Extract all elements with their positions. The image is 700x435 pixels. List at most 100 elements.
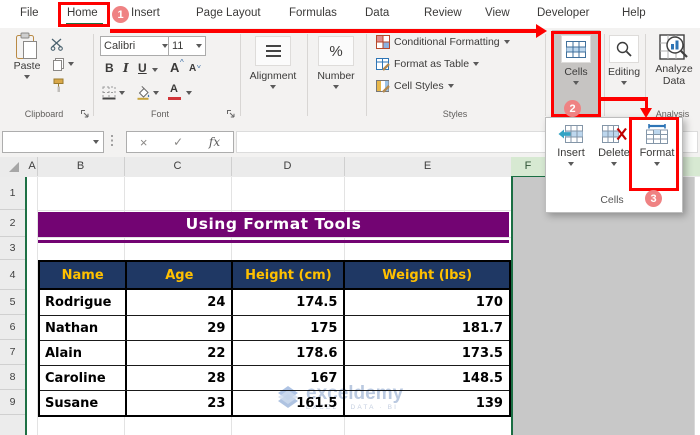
tab-insert[interactable]: Insert (131, 7, 160, 19)
tab-file[interactable]: File (20, 7, 39, 19)
cell-name[interactable]: Alain (40, 341, 125, 365)
cell-age[interactable]: 24 (125, 290, 231, 315)
increase-font-button[interactable]: A (170, 60, 179, 75)
cell-name[interactable]: Rodrigue (40, 290, 125, 315)
enter-icon[interactable]: ✓ (173, 135, 183, 149)
select-all-icon[interactable] (9, 162, 19, 172)
underline-button[interactable]: U (138, 61, 147, 75)
fill-color-chevron[interactable] (153, 91, 159, 95)
annotation-badge-3: 3 (645, 190, 662, 207)
header-age[interactable]: Age (125, 262, 231, 288)
cell-weight[interactable]: 173.5 (343, 341, 509, 365)
annotation-box-home (58, 2, 110, 27)
tab-review[interactable]: Review (424, 7, 462, 19)
borders-icon[interactable] (102, 86, 116, 100)
cell-height[interactable]: 167 (231, 366, 343, 390)
row-header-gutter: 1 2 3 4 5 6 7 8 9 (0, 177, 27, 435)
copy-icon[interactable] (52, 57, 65, 72)
group-divider (545, 34, 546, 116)
tab-page-layout[interactable]: Page Layout (196, 7, 261, 19)
copy-chevron[interactable] (68, 62, 74, 66)
cell-weight[interactable]: 139 (343, 391, 509, 415)
format-painter-icon[interactable] (52, 78, 65, 93)
conditional-formatting-button[interactable]: Conditional Formatting (376, 35, 510, 49)
italic-button[interactable]: I (123, 61, 129, 75)
delete-menu-chevron[interactable] (611, 162, 617, 166)
cell-height[interactable]: 178.6 (231, 341, 343, 365)
insert-function-icon[interactable]: fx (209, 135, 220, 149)
cell-name[interactable]: Nathan (40, 316, 125, 340)
insert-menu-chevron[interactable] (568, 162, 574, 166)
cell-height[interactable]: 174.5 (231, 290, 343, 315)
cell-age[interactable]: 23 (125, 391, 231, 415)
cell-age[interactable]: 22 (125, 341, 231, 365)
tab-view[interactable]: View (485, 7, 510, 19)
row-header-5[interactable]: 5 (0, 290, 25, 315)
row-header-9[interactable]: 9 (0, 390, 25, 415)
insert-menu-button[interactable]: Insert (551, 124, 591, 166)
column-header-f-selected[interactable]: F (511, 157, 546, 178)
format-as-table-button[interactable]: Format as Table (376, 57, 480, 71)
header-weight[interactable]: Weight (lbs) (343, 262, 509, 288)
table-row: Nathan 29 175 181.7 (40, 315, 509, 340)
decrease-font-button[interactable]: A (189, 63, 196, 74)
number-chevron[interactable] (333, 85, 339, 89)
row-header-2[interactable]: 2 (0, 210, 25, 237)
tab-help[interactable]: Help (622, 7, 646, 19)
alignment-button[interactable]: Alignment (250, 36, 296, 89)
cancel-icon[interactable]: × (140, 135, 148, 150)
cell-weight[interactable]: 170 (343, 290, 509, 315)
font-color-chevron[interactable] (186, 91, 192, 95)
percent-icon: % (329, 42, 343, 60)
column-header-b[interactable]: B (37, 157, 125, 176)
cell-name[interactable]: Caroline (40, 366, 125, 390)
cell-weight[interactable]: 148.5 (343, 366, 509, 390)
font-name-select[interactable]: Calibri (100, 36, 172, 56)
cell-age[interactable]: 28 (125, 366, 231, 390)
cells-menu-group-label: Cells (600, 194, 624, 206)
row-header-1[interactable]: 1 (0, 177, 25, 210)
row-header-3[interactable]: 3 (0, 237, 25, 260)
paste-button[interactable]: Paste (8, 32, 46, 79)
cell-age[interactable]: 29 (125, 316, 231, 340)
borders-chevron[interactable] (119, 91, 125, 95)
fill-color-icon[interactable] (136, 85, 151, 100)
number-button[interactable]: % Number (316, 36, 356, 89)
font-size-select[interactable]: 11 (168, 36, 206, 56)
cut-icon[interactable] (50, 37, 64, 51)
selected-column-region[interactable] (511, 177, 694, 435)
worksheet[interactable]: 1 2 3 4 5 6 7 8 9 Using Format Tools Nam… (0, 177, 700, 435)
column-header-d[interactable]: D (231, 157, 345, 176)
cell-weight[interactable]: 181.7 (343, 316, 509, 340)
annotation-arrow-home-to-cells (110, 29, 536, 33)
editing-button[interactable]: Editing (604, 35, 644, 85)
header-height[interactable]: Height (cm) (231, 262, 343, 288)
name-box-chevron[interactable] (93, 140, 99, 144)
clipboard-dialog-launcher-icon[interactable] (80, 109, 90, 119)
bold-button[interactable]: B (105, 61, 114, 75)
alignment-chevron[interactable] (270, 85, 276, 89)
column-header-e[interactable]: E (344, 157, 512, 176)
font-dialog-launcher-icon[interactable] (226, 109, 236, 119)
paste-dropdown-chevron[interactable] (24, 75, 30, 79)
tab-developer[interactable]: Developer (537, 7, 589, 19)
analyze-data-button[interactable]: Analyze Data (652, 33, 696, 87)
cell-height[interactable]: 175 (231, 316, 343, 340)
row-header-4[interactable]: 4 (0, 260, 25, 290)
font-color-icon[interactable]: A (170, 83, 178, 95)
editing-chevron[interactable] (621, 81, 627, 85)
header-name[interactable]: Name (40, 262, 125, 288)
tab-data[interactable]: Data (365, 7, 389, 19)
row-header-8[interactable]: 8 (0, 365, 25, 390)
cell-name[interactable]: Susane (40, 391, 125, 415)
row-header-7[interactable]: 7 (0, 340, 25, 365)
column-header-c[interactable]: C (124, 157, 232, 176)
data-table[interactable]: Name Age Height (cm) Weight (lbs) Rodrig… (38, 260, 511, 417)
sheet-title-cell[interactable]: Using Format Tools (38, 212, 509, 237)
cell-height[interactable]: 161.5 (231, 391, 343, 415)
underline-chevron[interactable] (152, 68, 158, 72)
cell-styles-button[interactable]: Cell Styles (376, 79, 454, 93)
name-box[interactable] (2, 131, 104, 153)
row-header-6[interactable]: 6 (0, 315, 25, 340)
tab-formulas[interactable]: Formulas (289, 7, 337, 19)
